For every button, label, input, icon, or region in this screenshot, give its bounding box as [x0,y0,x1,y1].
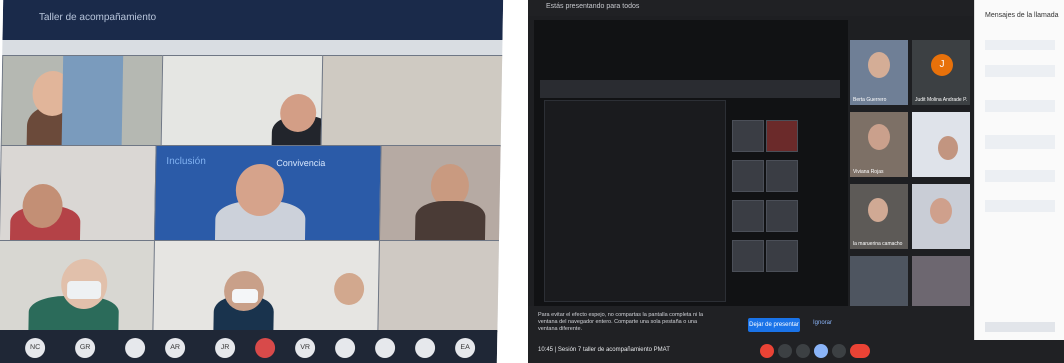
video-tile [0,55,165,147]
share-warning-bar: Para evitar el efecto espejo, no compart… [528,306,973,340]
video-tile [377,240,501,332]
participant-tile: Berta Guerrero [850,40,908,105]
nested-tile [732,160,764,192]
participant-name: Viviana Rojas [853,169,884,175]
meet-controls-bar: 10:45 | Sesión 7 taller de acompañamient… [528,340,1064,363]
nested-tile [766,240,798,272]
captions-icon[interactable] [796,344,810,358]
chat-title: Mensajes de la llamada [985,12,1059,19]
video-tile [0,145,158,242]
presenting-header: Estás presentando para todos [528,0,973,16]
chat-message [985,135,1055,149]
participant-tile: Viviana Rojas [850,112,908,177]
chat-message [985,40,1055,50]
participant-tile [912,112,970,177]
avatar: J [931,54,953,76]
left-window-title: Taller de acompañamiento [38,12,157,23]
nested-tile [732,240,764,272]
nested-tile [766,200,798,232]
more-options-icon[interactable] [832,344,846,358]
participant-tile: J Judit Molina Andrade P. [912,40,970,105]
chat-message [985,65,1055,77]
chat-message [985,100,1055,112]
nested-tile [732,120,764,152]
meeting-time-title: 10:45 | Sesión 7 taller de acompañamient… [538,347,670,353]
video-tile [160,55,325,147]
meet-screenshot: Estás presentando para todos Berta Guerr… [528,0,1064,363]
end-call-icon[interactable] [850,344,870,358]
chat-panel: Mensajes de la llamada [974,0,1064,340]
present-icon[interactable] [814,344,828,358]
nested-tile [766,120,798,152]
participant-name: Berta Guerrero [853,97,887,103]
share-warning-text: Para evitar el efecto espejo, no compart… [538,312,704,332]
stop-presenting-button[interactable]: Dejar de presentar [748,318,800,332]
participant-name: la maruerina camacho [853,241,903,247]
video-tile [0,240,156,332]
left-window-topbar: Taller de acompañamiento [2,0,504,40]
mic-off-icon[interactable] [760,344,774,358]
participant-tile: la maruerina camacho [850,184,908,249]
chat-message [985,200,1055,212]
video-tile: Inclusión Convivencia [153,145,383,242]
chat-message [985,170,1055,182]
shared-window-content [544,100,726,302]
left-photo: Taller de acompañamiento Inclusión Convi… [0,0,504,363]
camera-icon[interactable] [778,344,792,358]
nested-tile [766,160,798,192]
nested-tile [732,200,764,232]
presenting-text: Estás presentando para todos [546,3,640,10]
participant-name: Judit Molina Andrade P. [915,97,968,103]
participants-grid: Berta Guerrero J Judit Molina Andrade P.… [850,40,972,340]
ignore-button[interactable]: Ignorar [813,320,832,326]
video-tile [378,145,503,242]
video-tile [152,240,381,332]
video-tile [320,55,504,147]
chat-input[interactable] [985,322,1055,332]
shared-window-toolbar [540,80,840,98]
participant-tile [912,184,970,249]
presentation-area [534,20,848,316]
